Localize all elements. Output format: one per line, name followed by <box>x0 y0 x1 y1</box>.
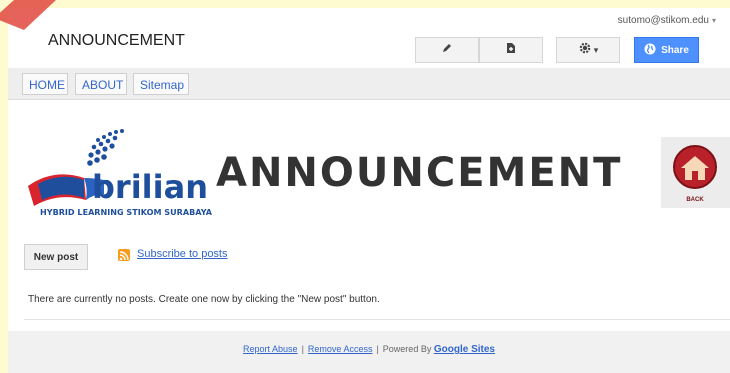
tab-sitemap[interactable]: Sitemap <box>133 73 189 95</box>
footer-separator: | <box>376 344 379 354</box>
report-abuse-link[interactable]: Report Abuse <box>243 344 298 354</box>
rss-icon[interactable] <box>118 249 130 261</box>
footer-separator: | <box>301 344 304 354</box>
footer: Report Abuse | Remove Access | Powered By Go… <box>8 344 730 355</box>
user-email: sutomo@stikom.edu <box>617 15 709 26</box>
page-banner-heading: ANNOUNCEMENT <box>216 150 623 196</box>
globe-icon <box>644 43 656 58</box>
nav-bar: HOME ABOUT Sitemap <box>8 68 730 100</box>
pencil-icon <box>441 41 453 59</box>
remove-access-link[interactable]: Remove Access <box>308 344 373 354</box>
share-label: Share <box>661 44 689 56</box>
new-page-icon <box>505 41 517 59</box>
user-account[interactable]: sutomo@stikom.edu ▾ <box>618 15 716 26</box>
google-sites-link[interactable]: Google Sites <box>434 344 495 355</box>
site-title[interactable]: ANNOUNCEMENT <box>48 32 185 50</box>
top-bar: ANNOUNCEMENT sutomo@stikom.edu ▾ ▾ Share <box>8 8 730 68</box>
empty-posts-message: There are currently no posts. Create one… <box>28 294 380 305</box>
user-caret-icon: ▾ <box>711 16 716 25</box>
logo-word: brilian <box>92 168 208 206</box>
content-divider <box>24 319 730 320</box>
new-post-button[interactable]: New post <box>24 244 88 270</box>
logo-tagline: HYBRID LEARNING STIKOM SURABAYA <box>40 208 213 217</box>
new-page-button[interactable] <box>479 37 543 63</box>
tab-about[interactable]: ABOUT <box>75 73 127 95</box>
powered-by-text: Powered By <box>382 344 432 354</box>
share-button[interactable]: Share <box>634 37 699 63</box>
site-frame: ANNOUNCEMENT sutomo@stikom.edu▾ ▾ Share <box>8 8 730 373</box>
back-button[interactable]: BACK <box>661 137 730 208</box>
settings-caret-icon: ▾ <box>593 44 599 55</box>
back-label: BACK <box>686 197 704 203</box>
main-content: brilian HYBRID LEARNING STIKOM SURABAYA … <box>8 100 730 331</box>
tab-home[interactable]: HOME <box>22 73 68 95</box>
settings-button[interactable]: ▾ <box>556 37 620 63</box>
brilian-logo: brilian HYBRID LEARNING STIKOM SURABAYA <box>24 128 214 220</box>
gear-icon <box>578 41 592 60</box>
edit-page-button[interactable] <box>415 37 479 63</box>
subscribe-link[interactable]: Subscribe to posts <box>137 248 228 260</box>
